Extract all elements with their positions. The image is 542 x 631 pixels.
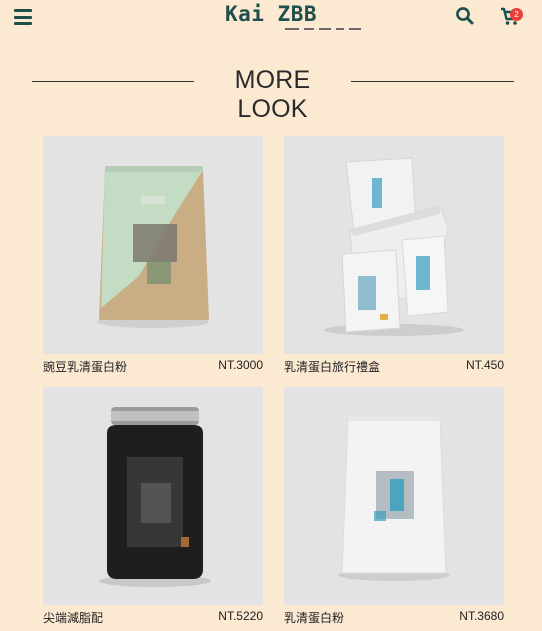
product-image[interactable] [43, 387, 263, 605]
product-image[interactable] [43, 136, 263, 354]
heading-rule-left [32, 81, 194, 82]
product-meta: 乳清蛋白旅行禮盒 NT.450 [284, 356, 504, 376]
product-name[interactable]: 乳清蛋白粉 [284, 609, 344, 626]
product-image[interactable] [284, 136, 504, 354]
product-card[interactable]: 乳清蛋白旅行禮盒 NT.450 [284, 136, 504, 376]
product-meta: 尖端減脂配 NT.5220 [43, 607, 263, 627]
top-bar: Kai ZBB 2 [0, 0, 542, 34]
heading-rule-right [351, 81, 514, 82]
product-name[interactable]: 尖端減脂配 [43, 609, 103, 626]
product-price: NT.450 [465, 358, 504, 372]
section-heading: MORE LOOK [0, 66, 542, 123]
search-icon[interactable] [454, 5, 476, 27]
product-price: NT.3680 [459, 609, 504, 623]
cart-count-badge: 2 [510, 8, 523, 21]
product-price: NT.3000 [218, 358, 263, 372]
cart-button[interactable]: 2 [499, 5, 527, 27]
product-price: NT.5220 [218, 609, 263, 623]
section-title: MORE LOOK [234, 66, 311, 123]
product-name[interactable]: 乳清蛋白旅行禮盒 [284, 358, 380, 375]
subnav-cutoff [285, 28, 375, 32]
product-card[interactable]: 乳清蛋白粉 NT.3680 [284, 387, 504, 627]
product-card[interactable]: 尖端減脂配 NT.5220 [43, 387, 263, 627]
product-name[interactable]: 豌豆乳清蛋白粉 [43, 358, 127, 375]
product-meta: 乳清蛋白粉 NT.3680 [284, 607, 504, 627]
product-image[interactable] [284, 387, 504, 605]
product-meta: 豌豆乳清蛋白粉 NT.3000 [43, 356, 263, 376]
product-card[interactable]: 豌豆乳清蛋白粉 NT.3000 [43, 136, 263, 376]
